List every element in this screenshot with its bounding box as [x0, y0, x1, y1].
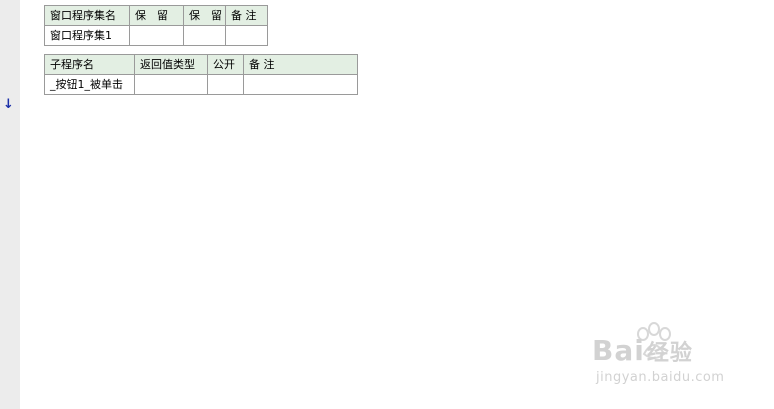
down-arrow-icon: ↓ — [3, 97, 14, 112]
cell-remark[interactable] — [225, 25, 268, 46]
table-header-row: 子程序名 返回值类型 公开 备 注 — [44, 54, 358, 75]
code-editor: ↓ 窗口程序集名 保 留 保 留 备 注 窗口程序集1 子程序名 返回值类型 公… — [0, 0, 774, 409]
cell-subprogram-name[interactable]: _按钮1_被单击 — [44, 74, 135, 95]
baidu-jingyan-watermark: Bai经验 jingyan.baidu.com — [588, 322, 748, 394]
table-row[interactable]: 窗口程序集1 — [44, 25, 268, 46]
header-reserved-2: 保 留 — [183, 5, 226, 26]
header-assembly-name: 窗口程序集名 — [44, 5, 130, 26]
cell-reserved-1[interactable] — [129, 25, 184, 46]
cell-return-type[interactable] — [134, 74, 208, 95]
header-remark: 备 注 — [243, 54, 358, 75]
watermark-url: jingyan.baidu.com — [596, 370, 725, 385]
cell-reserved-2[interactable] — [183, 25, 226, 46]
header-public: 公开 — [207, 54, 244, 75]
subprogram-table: 子程序名 返回值类型 公开 备 注 _按钮1_被单击 — [44, 54, 358, 95]
line-gutter: ↓ — [0, 0, 20, 409]
header-reserved-1: 保 留 — [129, 5, 184, 26]
cell-assembly-name[interactable]: 窗口程序集1 — [44, 25, 130, 46]
table-header-row: 窗口程序集名 保 留 保 留 备 注 — [44, 5, 268, 26]
header-subprogram-name: 子程序名 — [44, 54, 135, 75]
watermark-logo-text: Bai经验 — [592, 334, 693, 367]
header-return-type: 返回值类型 — [134, 54, 208, 75]
window-assembly-table: 窗口程序集名 保 留 保 留 备 注 窗口程序集1 — [44, 5, 268, 46]
cell-remark[interactable] — [243, 74, 358, 95]
cell-public[interactable] — [207, 74, 244, 95]
table-row[interactable]: _按钮1_被单击 — [44, 74, 358, 95]
header-remark: 备 注 — [225, 5, 268, 26]
